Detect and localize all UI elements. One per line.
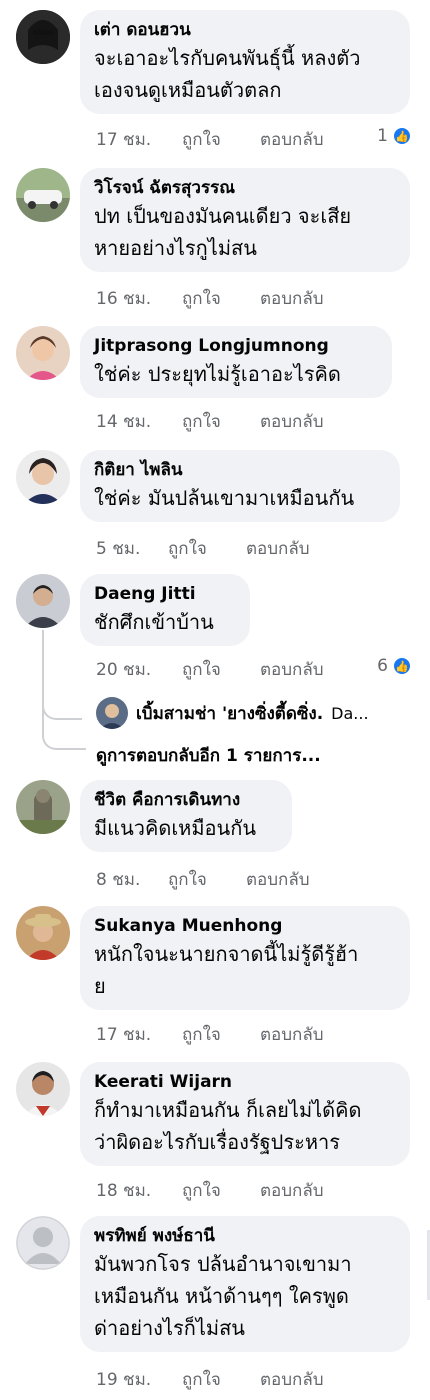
commenter-name[interactable]: พรทิพย์ พงษ์ธานี <box>94 1224 396 1248</box>
comment-text-line: เหมือนกัน หน้าด้านๆๆ ใครพูด <box>94 1284 349 1308</box>
avatar[interactable] <box>16 450 70 504</box>
reply-thread-connector <box>42 696 82 720</box>
reply-button[interactable]: ตอบกลับ <box>260 1177 324 1204</box>
commenter-name[interactable]: Sukanya Muenhong <box>94 914 396 938</box>
reply-button[interactable]: ตอบกลับ <box>246 535 310 562</box>
reply-snippet: Da... <box>331 703 369 723</box>
comment-bubble: กิติยา ไพลิน ใช่ค่ะ มันปล้นเขามาเหมือนกั… <box>80 450 400 522</box>
comment-text-line: หนักใจนะนายกจาดนี้ไม่รู้ดีรู้ฮ้า <box>94 942 359 966</box>
timestamp[interactable]: 16 ชม. <box>96 285 182 312</box>
comment-actions: 18 ชม. ถูกใจ ตอบกลับ <box>96 1177 324 1204</box>
comment-text-line: ย <box>94 974 106 998</box>
timestamp[interactable]: 18 ชม. <box>96 1177 182 1204</box>
comment-bubble: ชีวิต คือการเดินทาง มีแนวคิดเหมือนกัน <box>80 780 292 852</box>
comment-bubble: Sukanya Muenhong หนักใจนะนายกจาดนี้ไม่รู… <box>80 906 410 1010</box>
view-more-replies-link[interactable]: ดูการตอบกลับอีก 1 รายการ... <box>96 742 321 769</box>
reaction-count[interactable]: 6 👍 <box>377 656 412 676</box>
avatar[interactable] <box>16 1062 70 1116</box>
like-button[interactable]: ถูกใจ <box>182 656 260 683</box>
reaction-number: 6 <box>377 656 388 676</box>
comment-text-line: ใช่ค่ะ มันปล้นเขามาเหมือนกัน <box>94 486 355 510</box>
avatar[interactable] <box>16 10 70 64</box>
commenter-name[interactable]: Daeng Jitti <box>94 582 236 606</box>
avatar[interactable] <box>16 780 70 834</box>
commenter-name[interactable]: Keerati Wijarn <box>94 1070 396 1094</box>
reply-button[interactable]: ตอบกลับ <box>260 1366 324 1393</box>
reply-thread-connector <box>42 720 86 750</box>
comment-text-line: หายอย่างไรกูไม่สน <box>94 236 257 260</box>
comment-bubble: Daeng Jitti ชักศึกเข้าบ้าน <box>80 574 250 646</box>
comment-bubble: Jitprasong Longjumnong ใช่ค่ะ ประยุทไม่ร… <box>80 326 392 398</box>
timestamp[interactable]: 14 ชม. <box>96 408 182 435</box>
comment-text-line: ปท เป็นของมันคนเดียว จะเสีย <box>94 204 352 228</box>
comment-text-line: ชักศึกเข้าบ้าน <box>94 610 214 634</box>
reply-button[interactable]: ตอบกลับ <box>260 126 324 153</box>
comment-bubble: พรทิพย์ พงษ์ธานี มันพวกโจร ปล้นอำนาจเขาม… <box>80 1216 410 1352</box>
reply-author-name[interactable]: เบิ้มสามช่า 'ยางซิ่งตี้ดซิ่ง. <box>136 700 323 727</box>
thumbs-up-icon: 👍 <box>392 126 412 146</box>
timestamp[interactable]: 20 ชม. <box>96 656 182 683</box>
comment-text-line: มันพวกโจร ปล้นอำนาจเขามา <box>94 1252 352 1276</box>
thumbs-up-icon: 👍 <box>392 656 412 676</box>
like-button[interactable]: ถูกใจ <box>182 126 260 153</box>
like-button[interactable]: ถูกใจ <box>182 1366 260 1393</box>
commenter-name[interactable]: ชีวิต คือการเดินทาง <box>94 788 278 812</box>
reply-button[interactable]: ตอบกลับ <box>260 1021 324 1048</box>
like-button[interactable]: ถูกใจ <box>182 285 260 312</box>
commenter-name[interactable]: วิโรจน์ ฉัตรสุวรรณ <box>94 176 396 200</box>
comment-bubble: วิโรจน์ ฉัตรสุวรรณ ปท เป็นของมันคนเดียว … <box>80 168 410 272</box>
comment-actions: 16 ชม. ถูกใจ ตอบกลับ <box>96 285 324 312</box>
timestamp[interactable]: 5 ชม. <box>96 535 168 562</box>
reaction-number: 1 <box>377 126 388 146</box>
commenter-name[interactable]: Jitprasong Longjumnong <box>94 334 378 358</box>
like-button[interactable]: ถูกใจ <box>182 408 260 435</box>
avatar[interactable] <box>16 326 70 380</box>
comment-actions: 19 ชม. ถูกใจ ตอบกลับ <box>96 1366 324 1393</box>
reply-button[interactable]: ตอบกลับ <box>260 408 324 435</box>
comment-actions: 8 ชม. ถูกใจ ตอบกลับ <box>96 866 310 893</box>
comment-text-line: ใช่ค่ะ ประยุทไม่รู้เอาอะไรคิด <box>94 362 341 386</box>
avatar[interactable] <box>16 168 70 222</box>
comment-actions: 17 ชม. ถูกใจ ตอบกลับ <box>96 126 324 153</box>
reply-preview[interactable]: เบิ้มสามช่า 'ยางซิ่งตี้ดซิ่ง. Da... <box>96 697 369 729</box>
comment-bubble: Keerati Wijarn ก็ทำมาเหมือนกัน ก็เลยไม่ไ… <box>80 1062 410 1166</box>
like-button[interactable]: ถูกใจ <box>168 866 246 893</box>
reply-button[interactable]: ตอบกลับ <box>260 285 324 312</box>
comment-actions: 20 ชม. ถูกใจ ตอบกลับ <box>96 656 324 683</box>
commenter-name[interactable]: กิติยา ไพลิน <box>94 458 386 482</box>
timestamp[interactable]: 8 ชม. <box>96 866 168 893</box>
comment-text-line: จะเอาอะไรกับคนพันธุ์นี้ หลงตัว <box>94 46 361 70</box>
comment-actions: 17 ชม. ถูกใจ ตอบกลับ <box>96 1021 324 1048</box>
reply-button[interactable]: ตอบกลับ <box>246 866 310 893</box>
avatar[interactable] <box>16 574 70 628</box>
avatar[interactable] <box>16 906 70 960</box>
avatar[interactable] <box>16 1216 70 1270</box>
like-button[interactable]: ถูกใจ <box>182 1177 260 1204</box>
comment-text-line: ก็ทำมาเหมือนกัน ก็เลยไม่ได้คิด <box>94 1098 362 1122</box>
timestamp[interactable]: 17 ชม. <box>96 1021 182 1048</box>
reaction-count[interactable]: 1 👍 <box>377 126 412 146</box>
reply-avatar <box>96 697 128 729</box>
comment-actions: 5 ชม. ถูกใจ ตอบกลับ <box>96 535 310 562</box>
like-button[interactable]: ถูกใจ <box>182 1021 260 1048</box>
comment-text-line: เองจนดูเหมือนตัวตลก <box>94 78 282 102</box>
comment-text-line: ว่าผิดอะไรกับเรื่องรัฐประหาร <box>94 1130 340 1154</box>
like-button[interactable]: ถูกใจ <box>168 535 246 562</box>
commenter-name[interactable]: เต่า ดอนฮวน <box>94 18 396 42</box>
reply-button[interactable]: ตอบกลับ <box>260 656 324 683</box>
comment-text-line: ด่าอย่างไรก็ไม่สน <box>94 1316 245 1340</box>
comment-actions: 14 ชม. ถูกใจ ตอบกลับ <box>96 408 324 435</box>
comment-text-line: มีแนวคิดเหมือนกัน <box>94 816 257 840</box>
comment-bubble: เต่า ดอนฮวน จะเอาอะไรกับคนพันธุ์นี้ หลงต… <box>80 10 410 114</box>
timestamp[interactable]: 19 ชม. <box>96 1366 182 1393</box>
timestamp[interactable]: 17 ชม. <box>96 126 182 153</box>
